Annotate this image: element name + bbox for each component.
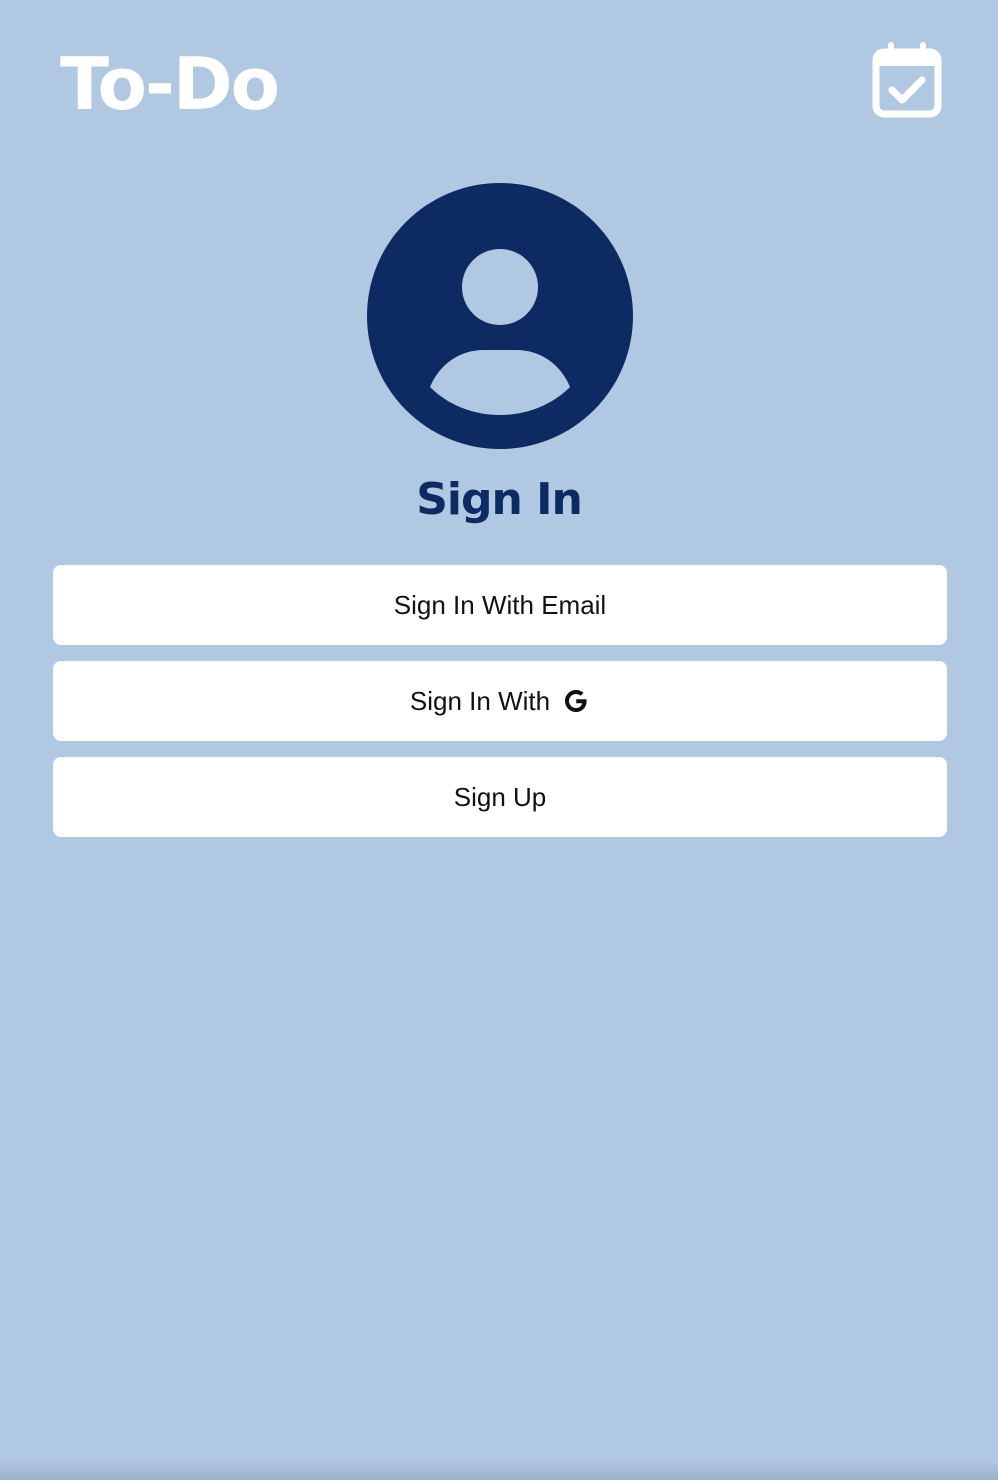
sign-in-google-button[interactable]: Sign In With: [53, 661, 947, 741]
app-title: To-Do: [60, 42, 280, 126]
calendar-check-icon: [872, 42, 942, 118]
sign-in-heading: Sign In: [416, 474, 583, 525]
calendar-button[interactable]: [866, 36, 948, 122]
google-g-icon: [565, 690, 587, 712]
sign-up-label: Sign Up: [453, 781, 547, 812]
sign-in-google-label: Sign In With: [409, 685, 551, 716]
sign-up-button[interactable]: Sign Up: [53, 757, 947, 837]
sign-in-screen: To-Do Sign In Sign In With Email Sign In…: [0, 0, 998, 1480]
sign-in-email-button[interactable]: Sign In With Email: [53, 565, 947, 645]
user-circle-icon: [367, 183, 633, 449]
sign-in-email-label: Sign In With Email: [393, 589, 607, 620]
bottom-edge-shadow: [0, 1460, 998, 1480]
